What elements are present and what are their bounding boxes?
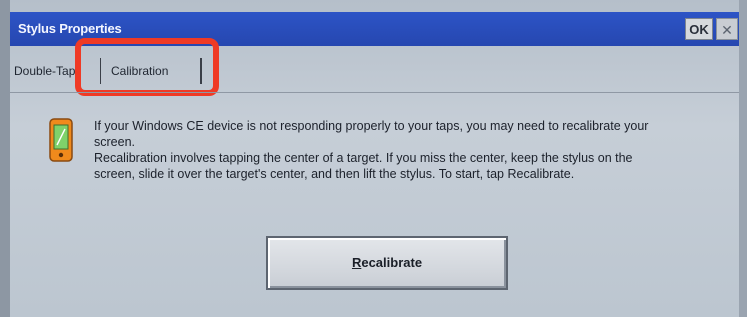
recalibrate-accelerator: R <box>351 255 362 270</box>
title-bar: Stylus Properties OK ✕ <box>10 12 739 46</box>
recalibrate-button[interactable]: Recalibrate <box>266 236 508 290</box>
instruction-paragraph-2: Recalibration involves tapping the cente… <box>94 151 633 181</box>
calibration-instructions: If your Windows CE device is not respond… <box>94 118 654 182</box>
tab-bar: Double-Tap Calibration <box>10 50 739 90</box>
close-icon: ✕ <box>721 22 733 38</box>
pocket-device-icon <box>49 118 73 162</box>
window-title: Stylus Properties <box>18 21 122 36</box>
screen-left-edge <box>0 0 10 317</box>
tab-calibration[interactable]: Calibration <box>100 58 202 84</box>
recalibrate-label: ecalibrate <box>361 255 423 270</box>
screen-right-edge <box>739 0 747 317</box>
instruction-paragraph-1: If your Windows CE device is not respond… <box>94 119 649 149</box>
tab-double-tap[interactable]: Double-Tap <box>10 58 100 84</box>
ok-button[interactable]: OK <box>685 18 713 40</box>
tab-divider <box>10 92 739 93</box>
close-button[interactable]: ✕ <box>716 18 738 40</box>
stylus-properties-screen: Stylus Properties OK ✕ Double-Tap Calibr… <box>0 0 747 317</box>
